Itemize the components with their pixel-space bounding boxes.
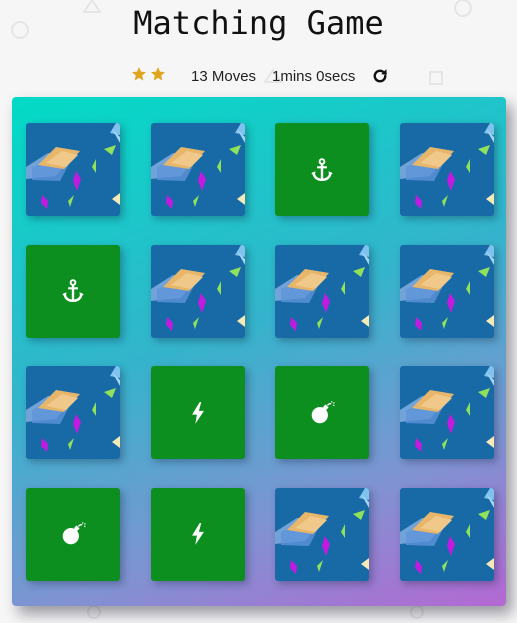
bolt-icon [191, 523, 204, 545]
card-back-pattern [399, 244, 494, 331]
card-bomb[interactable] [26, 487, 120, 581]
star-icon [132, 67, 146, 81]
card-back[interactable] [275, 487, 369, 581]
card-back[interactable] [150, 244, 245, 338]
card-bolt[interactable] [150, 487, 245, 581]
card-back-pattern [150, 123, 245, 209]
moves-counter: 13 Moves [191, 68, 257, 85]
card-back[interactable] [399, 487, 494, 581]
card-back-pattern [399, 366, 494, 452]
card-back[interactable] [275, 244, 369, 338]
bolt-icon [191, 401, 204, 424]
card-back[interactable] [26, 366, 120, 459]
card-bolt[interactable] [150, 366, 245, 459]
card-bomb[interactable] [275, 366, 369, 459]
page-title: Matching Game [133, 4, 384, 42]
card-back-pattern [150, 244, 245, 331]
bomb-icon [311, 400, 335, 423]
card-back-pattern [26, 123, 120, 209]
score-panel: 13 Moves 1mins 0secs [0, 66, 517, 88]
card-back[interactable] [150, 123, 245, 216]
card-deck [12, 97, 506, 606]
card-anchor[interactable] [26, 244, 120, 338]
star-icon [151, 67, 165, 81]
anchor-icon [311, 157, 333, 181]
card-anchor[interactable] [275, 123, 369, 216]
timer: 1mins 0secs [272, 68, 356, 85]
card-back[interactable] [399, 244, 494, 338]
bomb-icon [62, 522, 86, 545]
star-rating [131, 66, 166, 82]
card-back-pattern [399, 123, 494, 209]
card-back[interactable] [26, 123, 120, 216]
card-back-pattern [399, 487, 494, 574]
card-back[interactable] [399, 123, 494, 216]
anchor-icon [62, 279, 84, 302]
card-back[interactable] [399, 366, 494, 459]
card-back-pattern [275, 244, 369, 331]
card-back-pattern [275, 487, 369, 574]
restart-icon[interactable] [371, 67, 389, 85]
card-back-pattern [26, 366, 120, 452]
